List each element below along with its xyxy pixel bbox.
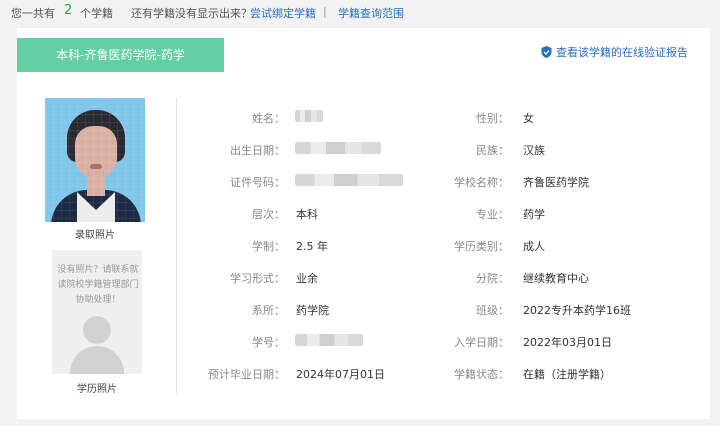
verify-report-link[interactable]: 查看该学籍的在线验证报告 — [541, 44, 688, 60]
enrollment-date-value: 2022年03月01日 — [523, 336, 612, 349]
study-mode-label: 学习形式： — [230, 272, 285, 285]
level-label: 层次： — [252, 208, 285, 221]
top-summary-bar: 您一共有 2 个学籍 还有学籍没有显示出来？ 尝试绑定学籍 | 学籍查询范围 — [0, 0, 720, 24]
bind-record-link[interactable]: 尝试绑定学籍 — [250, 5, 316, 21]
record-status-value: 在籍（注册学籍） — [523, 368, 611, 381]
expected-graduation-label: 预计毕业日期： — [208, 368, 285, 381]
birthdate-value-masked — [295, 142, 381, 154]
birthdate-label: 出生日期： — [230, 144, 285, 157]
vertical-divider — [176, 98, 177, 394]
department-label: 系所： — [252, 304, 285, 317]
link-separator: | — [323, 5, 327, 18]
student-record-card: 本科-齐鲁医药学院-药学 查看该学籍的在线验证报告 录取照片 没有照片？请联系就… — [17, 28, 710, 419]
admission-photo — [45, 98, 145, 222]
degree-photo-placeholder: 没有照片？请联系就读院校学籍管理部门协助处理！ — [52, 250, 142, 374]
admission-photo-caption: 录取照片 — [75, 230, 115, 241]
avatar-head-icon — [83, 316, 111, 344]
enrollment-date-label: 入学日期： — [454, 336, 509, 349]
student-id-label: 学号： — [252, 336, 285, 349]
level-value: 本科 — [296, 208, 318, 221]
summary-suffix: 个学籍 — [80, 7, 113, 20]
avatar-body-icon — [70, 346, 124, 374]
id-number-value-masked — [295, 174, 403, 186]
class-value: 2022专升本药学16班 — [523, 304, 631, 317]
record-title-tag: 本科-齐鲁医药学院-药学 — [17, 38, 224, 72]
ethnicity-value: 汉族 — [523, 144, 545, 157]
study-mode-value: 业余 — [296, 272, 318, 285]
major-label: 专业： — [476, 208, 509, 221]
school-name-label: 学校名称： — [454, 176, 509, 189]
duration-value: 2.5 年 — [296, 240, 328, 253]
verify-report-label: 查看该学籍的在线验证报告 — [556, 46, 688, 59]
gender-value: 女 — [523, 112, 534, 125]
class-label: 班级： — [476, 304, 509, 317]
id-number-label: 证件号码： — [230, 176, 285, 189]
missing-record-question: 还有学籍没有显示出来？ — [131, 7, 252, 20]
ethnicity-label: 民族： — [476, 144, 509, 157]
branch-value: 继续教育中心 — [523, 272, 589, 285]
student-id-value-masked — [295, 334, 363, 346]
record-scope-link[interactable]: 学籍查询范围 — [338, 5, 404, 21]
branch-label: 分院： — [476, 272, 509, 285]
degree-photo-caption: 学历照片 — [77, 384, 117, 395]
department-value: 药学院 — [296, 304, 329, 317]
gender-label: 性别： — [476, 112, 509, 125]
education-type-label: 学历类别： — [454, 240, 509, 253]
name-value-masked — [295, 110, 323, 122]
duration-label: 学制： — [252, 240, 285, 253]
school-name-value: 齐鲁医药学院 — [523, 176, 589, 189]
expected-graduation-value: 2024年07月01日 — [296, 368, 385, 381]
summary-prefix: 您一共有 — [11, 7, 55, 20]
name-label: 姓名： — [252, 112, 285, 125]
shield-check-icon — [541, 46, 552, 58]
record-status-label: 学籍状态： — [454, 368, 509, 381]
education-type-value: 成人 — [523, 240, 545, 253]
no-photo-message: 没有照片？请联系就读院校学籍管理部门协助处理！ — [57, 265, 139, 305]
major-value: 药学 — [523, 208, 545, 221]
record-count: 2 — [64, 3, 73, 18]
